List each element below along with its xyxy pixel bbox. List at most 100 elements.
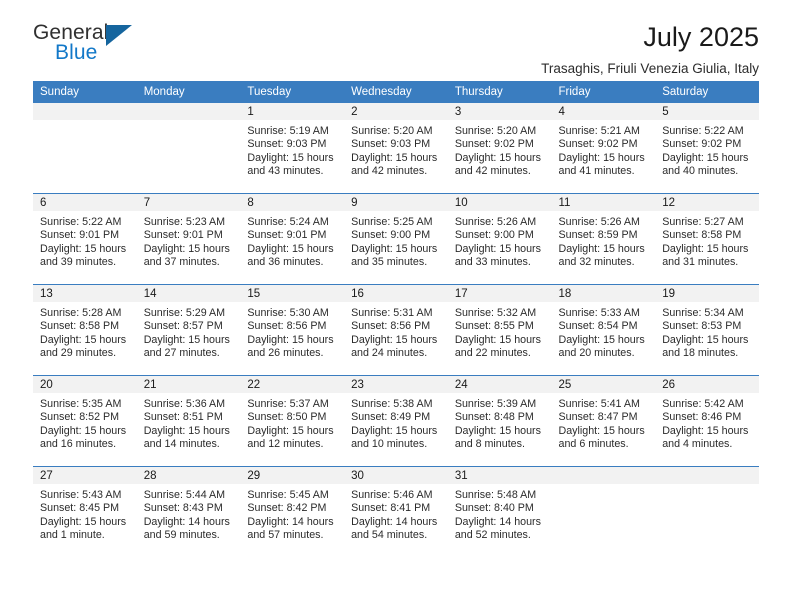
calendar-week-row: 27 Sunrise: 5:43 AM Sunset: 8:45 PM Dayligh… (33, 466, 759, 557)
sunset-text: Sunset: 9:00 PM (351, 229, 431, 242)
day-number: 26 (655, 376, 759, 393)
day-number: 11 (551, 194, 656, 211)
day-number: 10 (447, 194, 552, 211)
day-details: Sunrise: 5:35 AM Sunset: 8:52 PM Daylight:… (33, 393, 137, 452)
day-details: Sunrise: 5:20 AM Sunset: 9:03 PM Daylight:… (344, 120, 448, 179)
sunset-text: Sunset: 8:50 PM (247, 411, 327, 424)
generalblue-logo[interactable]: General Blue (33, 22, 153, 66)
calendar-day-cell[interactable]: 12 Sunrise: 5:27 AM Sunset: 8:58 PM Dayligh… (655, 193, 759, 285)
daylight-text-line2: and 10 minutes. (351, 438, 428, 451)
daylight-text-line1: Daylight: 15 hours (454, 333, 541, 346)
day-number (551, 467, 656, 484)
day-number: 22 (240, 376, 345, 393)
sunrise-text: Sunrise: 5:22 AM (40, 216, 122, 228)
day-details: Sunrise: 5:22 AM Sunset: 9:02 PM Daylight:… (655, 120, 759, 179)
sunset-text: Sunset: 8:57 PM (143, 320, 223, 333)
calendar-day-cell[interactable]: 8 Sunrise: 5:24 AM Sunset: 9:01 PM Daylight… (240, 193, 345, 285)
calendar-day-cell[interactable]: 18 Sunrise: 5:33 AM Sunset: 8:54 PM Dayligh… (551, 284, 656, 376)
daylight-text-line2: and 24 minutes. (351, 347, 428, 360)
day-number: 23 (344, 376, 448, 393)
day-number: 31 (447, 467, 552, 484)
sunrise-text: Sunrise: 5:24 AM (247, 216, 329, 228)
calendar-day-cell[interactable]: 2 Sunrise: 5:20 AM Sunset: 9:03 PM Daylight… (344, 103, 448, 194)
day-number: 25 (551, 376, 656, 393)
calendar-day-cell[interactable]: 30 Sunrise: 5:46 AM Sunset: 8:41 PM Dayligh… (344, 466, 448, 557)
calendar-day-cell[interactable]: 28 Sunrise: 5:44 AM Sunset: 8:43 PM Dayligh… (136, 466, 241, 557)
calendar-day-cell[interactable]: 7 Sunrise: 5:23 AM Sunset: 9:01 PM Daylight… (136, 193, 241, 285)
calendar-day-cell[interactable]: 3 Sunrise: 5:20 AM Sunset: 9:02 PM Daylight… (447, 103, 552, 194)
day-details: Sunrise: 5:41 AM Sunset: 8:47 PM Daylight:… (552, 393, 656, 452)
day-details: Sunrise: 5:36 AM Sunset: 8:51 PM Daylight:… (137, 393, 241, 452)
day-details: Sunrise: 5:21 AM Sunset: 9:02 PM Daylight:… (552, 120, 656, 179)
calendar-day-cell[interactable]: 20 Sunrise: 5:35 AM Sunset: 8:52 PM Dayligh… (33, 375, 137, 467)
day-number: 21 (136, 376, 241, 393)
sunset-text: Sunset: 8:46 PM (662, 411, 742, 424)
sunset-text: Sunset: 9:03 PM (247, 138, 327, 151)
sunset-text: Sunset: 9:02 PM (454, 138, 534, 151)
sunset-text: Sunset: 9:02 PM (558, 138, 638, 151)
daylight-text-line1: Daylight: 15 hours (143, 242, 230, 255)
calendar-day-cell[interactable]: 4 Sunrise: 5:21 AM Sunset: 9:02 PM Daylight… (551, 103, 656, 194)
sunrise-text: Sunrise: 5:28 AM (40, 307, 122, 319)
calendar-body: 1 Sunrise: 5:19 AM Sunset: 9:03 PM Daylight… (33, 103, 759, 557)
calendar-day-cell[interactable]: 14 Sunrise: 5:29 AM Sunset: 8:57 PM Dayligh… (136, 284, 241, 376)
calendar-day-cell[interactable]: 23 Sunrise: 5:38 AM Sunset: 8:49 PM Dayligh… (344, 375, 448, 467)
day-number (33, 103, 137, 120)
day-details: Sunrise: 5:20 AM Sunset: 9:02 PM Daylight:… (448, 120, 552, 179)
sunrise-text: Sunrise: 5:33 AM (558, 307, 640, 319)
calendar-day-cell[interactable]: 22 Sunrise: 5:37 AM Sunset: 8:50 PM Dayligh… (240, 375, 345, 467)
calendar-empty-cell (551, 466, 656, 557)
calendar-day-cell[interactable]: 19 Sunrise: 5:34 AM Sunset: 8:53 PM Dayligh… (655, 284, 759, 376)
calendar-day-cell[interactable]: 17 Sunrise: 5:32 AM Sunset: 8:55 PM Dayligh… (447, 284, 552, 376)
daylight-text-line2: and 8 minutes. (454, 438, 525, 451)
day-details: Sunrise: 5:19 AM Sunset: 9:03 PM Daylight:… (240, 120, 344, 179)
sunset-text: Sunset: 9:01 PM (40, 229, 120, 242)
calendar-day-cell[interactable]: 24 Sunrise: 5:39 AM Sunset: 8:48 PM Dayligh… (447, 375, 552, 467)
calendar-week-row: 1 Sunrise: 5:19 AM Sunset: 9:03 PM Daylight… (33, 103, 759, 194)
calendar-day-cell[interactable]: 1 Sunrise: 5:19 AM Sunset: 9:03 PM Daylight… (240, 103, 345, 194)
calendar-day-cell[interactable]: 13 Sunrise: 5:28 AM Sunset: 8:58 PM Dayligh… (33, 284, 137, 376)
calendar-day-cell[interactable]: 21 Sunrise: 5:36 AM Sunset: 8:51 PM Dayligh… (136, 375, 241, 467)
weekday-header-sunday: Sunday (33, 81, 137, 103)
sunrise-text: Sunrise: 5:26 AM (454, 216, 537, 228)
weekday-header-wednesday: Wednesday (344, 81, 448, 103)
sunset-text: Sunset: 8:56 PM (351, 320, 431, 333)
sunrise-text: Sunrise: 5:22 AM (662, 125, 744, 137)
calendar-day-cell[interactable]: 31 Sunrise: 5:48 AM Sunset: 8:40 PM Dayligh… (447, 466, 552, 557)
sunset-text: Sunset: 9:00 PM (454, 229, 534, 242)
day-details: Sunrise: 5:25 AM Sunset: 9:00 PM Daylight:… (344, 211, 448, 270)
calendar-day-cell[interactable]: 15 Sunrise: 5:30 AM Sunset: 8:56 PM Dayligh… (240, 284, 345, 376)
day-number: 8 (240, 194, 345, 211)
day-details: Sunrise: 5:43 AM Sunset: 8:45 PM Daylight:… (33, 484, 137, 543)
calendar-day-cell[interactable]: 25 Sunrise: 5:41 AM Sunset: 8:47 PM Dayligh… (551, 375, 656, 467)
calendar-day-cell[interactable]: 16 Sunrise: 5:31 AM Sunset: 8:56 PM Dayligh… (344, 284, 448, 376)
daylight-text-line2: and 37 minutes. (143, 256, 220, 269)
day-details: Sunrise: 5:38 AM Sunset: 8:49 PM Daylight:… (344, 393, 448, 452)
calendar-day-cell[interactable]: 6 Sunrise: 5:22 AM Sunset: 9:01 PM Daylight… (33, 193, 137, 285)
calendar-day-cell[interactable]: 29 Sunrise: 5:45 AM Sunset: 8:42 PM Dayligh… (240, 466, 345, 557)
daylight-text-line2: and 52 minutes. (454, 529, 531, 542)
daylight-text-line1: Daylight: 14 hours (351, 515, 438, 528)
daylight-text-line2: and 40 minutes. (662, 165, 739, 178)
calendar-day-cell[interactable]: 10 Sunrise: 5:26 AM Sunset: 9:00 PM Dayligh… (447, 193, 552, 285)
calendar-day-cell[interactable]: 26 Sunrise: 5:42 AM Sunset: 8:46 PM Dayligh… (655, 375, 759, 467)
daylight-text-line2: and 39 minutes. (40, 256, 117, 269)
daylight-text-line1: Daylight: 15 hours (558, 333, 645, 346)
sunrise-text: Sunrise: 5:30 AM (247, 307, 329, 319)
calendar-day-cell[interactable]: 9 Sunrise: 5:25 AM Sunset: 9:00 PM Daylight… (344, 193, 448, 285)
day-details: Sunrise: 5:48 AM Sunset: 8:40 PM Daylight:… (448, 484, 552, 543)
calendar-day-cell[interactable]: 5 Sunrise: 5:22 AM Sunset: 9:02 PM Daylight… (655, 103, 759, 194)
calendar-empty-cell (33, 103, 137, 194)
daylight-text-line2: and 6 minutes. (558, 438, 629, 451)
calendar-day-cell[interactable]: 27 Sunrise: 5:43 AM Sunset: 8:45 PM Dayligh… (33, 466, 137, 557)
daylight-text-line2: and 57 minutes. (247, 529, 324, 542)
daylight-text-line1: Daylight: 15 hours (662, 333, 749, 346)
day-details: Sunrise: 5:27 AM Sunset: 8:58 PM Daylight:… (655, 211, 759, 270)
day-number: 4 (551, 103, 656, 120)
day-number: 15 (240, 285, 345, 302)
daylight-text-line1: Daylight: 14 hours (454, 515, 541, 528)
calendar-day-cell[interactable]: 11 Sunrise: 5:26 AM Sunset: 8:59 PM Dayligh… (551, 193, 656, 285)
weekday-header-thursday: Thursday (447, 81, 552, 103)
sunrise-text: Sunrise: 5:20 AM (454, 125, 537, 137)
sunrise-text: Sunrise: 5:29 AM (143, 307, 226, 319)
